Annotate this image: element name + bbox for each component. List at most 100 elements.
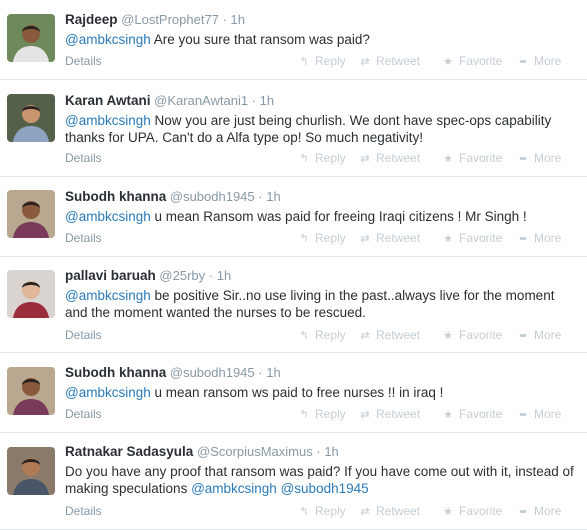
tweet[interactable]: Ratnakar Sadasyula @ScorpiusMaximus · 1h… xyxy=(0,433,587,530)
favorite-label: Favorite xyxy=(459,328,503,342)
separator-dot: · xyxy=(208,268,214,283)
tweet[interactable]: Karan Awtani @KaranAwtani1 · 1h @ambkcsin… xyxy=(0,80,587,177)
author-name[interactable]: Ratnakar Sadasyula xyxy=(65,444,193,459)
retweet-button[interactable]: ⇄ Retweet xyxy=(358,407,420,421)
tweet[interactable]: Subodh khanna @subodh1945 · 1h @ambkcsing… xyxy=(0,353,587,433)
reply-icon: ↰ xyxy=(299,233,309,245)
retweet-label: Retweet xyxy=(376,151,421,165)
mention-link[interactable]: @ambkcsingh xyxy=(65,385,151,400)
author-handle[interactable]: @subodh1945 xyxy=(170,365,255,380)
more-button[interactable]: ••• More xyxy=(514,151,561,165)
more-button[interactable]: ••• More xyxy=(514,231,561,245)
reply-label: Reply xyxy=(315,231,346,245)
avatar[interactable] xyxy=(7,367,55,415)
tweet-text-segment: Are you sure that ransom was paid? xyxy=(150,32,370,47)
more-icon: ••• xyxy=(519,330,527,342)
reply-button[interactable]: ↰ Reply xyxy=(297,407,345,421)
more-icon: ••• xyxy=(519,409,527,421)
retweet-icon: ⇄ xyxy=(360,233,370,245)
more-button[interactable]: ••• More xyxy=(514,504,561,518)
mention-link[interactable]: @ambkcsingh xyxy=(65,113,151,128)
retweet-button[interactable]: ⇄ Retweet xyxy=(358,54,420,68)
mention-link[interactable]: @ambkcsingh xyxy=(65,209,151,224)
tweet-timeline: Rajdeep @LostProphet77 · 1h @ambkcsingh A… xyxy=(0,0,587,530)
reply-button[interactable]: ↰ Reply xyxy=(297,151,345,165)
timestamp[interactable]: 1h xyxy=(217,268,231,283)
retweet-button[interactable]: ⇄ Retweet xyxy=(358,328,420,342)
avatar[interactable] xyxy=(7,270,55,318)
details-link[interactable]: Details xyxy=(65,54,102,68)
tweet[interactable]: Rajdeep @LostProphet77 · 1h @ambkcsingh A… xyxy=(0,0,587,80)
reply-button[interactable]: ↰ Reply xyxy=(297,504,345,518)
timestamp[interactable]: 1h xyxy=(260,93,274,108)
more-label: More xyxy=(534,504,562,518)
favorite-label: Favorite xyxy=(459,151,503,165)
retweet-label: Retweet xyxy=(376,231,421,245)
timestamp[interactable]: 1h xyxy=(266,189,280,204)
avatar-image xyxy=(7,190,55,238)
more-icon: ••• xyxy=(519,56,527,68)
tweet[interactable]: Subodh khanna @subodh1945 · 1h @ambkcsing… xyxy=(0,177,587,257)
more-button[interactable]: ••• More xyxy=(514,54,561,68)
favorite-button[interactable]: ★ Favorite xyxy=(441,231,502,245)
tweet-header: Ratnakar Sadasyula @ScorpiusMaximus · 1h xyxy=(65,444,339,459)
star-icon: ★ xyxy=(443,330,453,342)
retweet-button[interactable]: ⇄ Retweet xyxy=(358,231,420,245)
retweet-label: Retweet xyxy=(376,328,421,342)
author-handle[interactable]: @KaranAwtani1 xyxy=(154,93,248,108)
mention-link[interactable]: @ambkcsingh xyxy=(65,32,151,47)
tweet-text: Do you have any proof that ransom was pa… xyxy=(65,463,577,497)
favorite-button[interactable]: ★ Favorite xyxy=(441,54,502,68)
details-link[interactable]: Details xyxy=(65,151,102,165)
avatar[interactable] xyxy=(7,94,55,142)
favorite-button[interactable]: ★ Favorite xyxy=(441,328,502,342)
author-handle[interactable]: @25rby xyxy=(159,268,205,283)
favorite-button[interactable]: ★ Favorite xyxy=(441,504,502,518)
star-icon: ★ xyxy=(443,409,453,421)
details-link[interactable]: Details xyxy=(65,231,102,245)
more-button[interactable]: ••• More xyxy=(514,328,561,342)
separator-dot: · xyxy=(251,93,257,108)
mention-link[interactable]: @ambkcsingh xyxy=(191,481,277,496)
tweet-header: Rajdeep @LostProphet77 · 1h xyxy=(65,12,245,27)
details-link[interactable]: Details xyxy=(65,407,102,421)
reply-button[interactable]: ↰ Reply xyxy=(297,328,345,342)
avatar[interactable] xyxy=(7,14,55,62)
retweet-icon: ⇄ xyxy=(360,153,370,165)
mention-link[interactable]: @ambkcsingh xyxy=(65,288,151,303)
star-icon: ★ xyxy=(443,233,453,245)
author-name[interactable]: Subodh khanna xyxy=(65,365,166,380)
author-handle[interactable]: @LostProphet77 xyxy=(121,12,219,27)
tweet-header: Subodh khanna @subodh1945 · 1h xyxy=(65,189,281,204)
favorite-button[interactable]: ★ Favorite xyxy=(441,151,502,165)
retweet-button[interactable]: ⇄ Retweet xyxy=(358,151,420,165)
more-label: More xyxy=(534,231,562,245)
retweet-button[interactable]: ⇄ Retweet xyxy=(358,504,420,518)
star-icon: ★ xyxy=(443,56,453,68)
details-link[interactable]: Details xyxy=(65,328,102,342)
avatar-image xyxy=(7,447,55,495)
author-name[interactable]: Subodh khanna xyxy=(65,189,166,204)
timestamp[interactable]: 1h xyxy=(266,365,280,380)
author-handle[interactable]: @subodh1945 xyxy=(170,189,255,204)
author-name[interactable]: Karan Awtani xyxy=(65,93,151,108)
avatar[interactable] xyxy=(7,190,55,238)
avatar-image xyxy=(7,94,55,142)
reply-button[interactable]: ↰ Reply xyxy=(297,54,345,68)
reply-button[interactable]: ↰ Reply xyxy=(297,231,346,245)
reply-icon: ↰ xyxy=(299,409,309,421)
timestamp[interactable]: 1h xyxy=(324,444,338,459)
avatar[interactable] xyxy=(7,447,55,495)
retweet-icon: ⇄ xyxy=(360,409,370,421)
favorite-button[interactable]: ★ Favorite xyxy=(441,407,502,421)
more-button[interactable]: ••• More xyxy=(514,407,561,421)
reply-icon: ↰ xyxy=(299,153,309,165)
tweet[interactable]: pallavi baruah @25rby · 1h @ambkcsingh be… xyxy=(0,257,587,353)
mention-link[interactable]: @subodh1945 xyxy=(281,481,369,496)
tweet-text: @ambkcsingh be positive Sir..no use livi… xyxy=(65,287,577,321)
details-link[interactable]: Details xyxy=(65,504,102,518)
author-name[interactable]: pallavi baruah xyxy=(65,268,156,283)
author-handle[interactable]: @ScorpiusMaximus xyxy=(197,444,313,459)
timestamp[interactable]: 1h xyxy=(231,12,245,27)
author-name[interactable]: Rajdeep xyxy=(65,12,118,27)
